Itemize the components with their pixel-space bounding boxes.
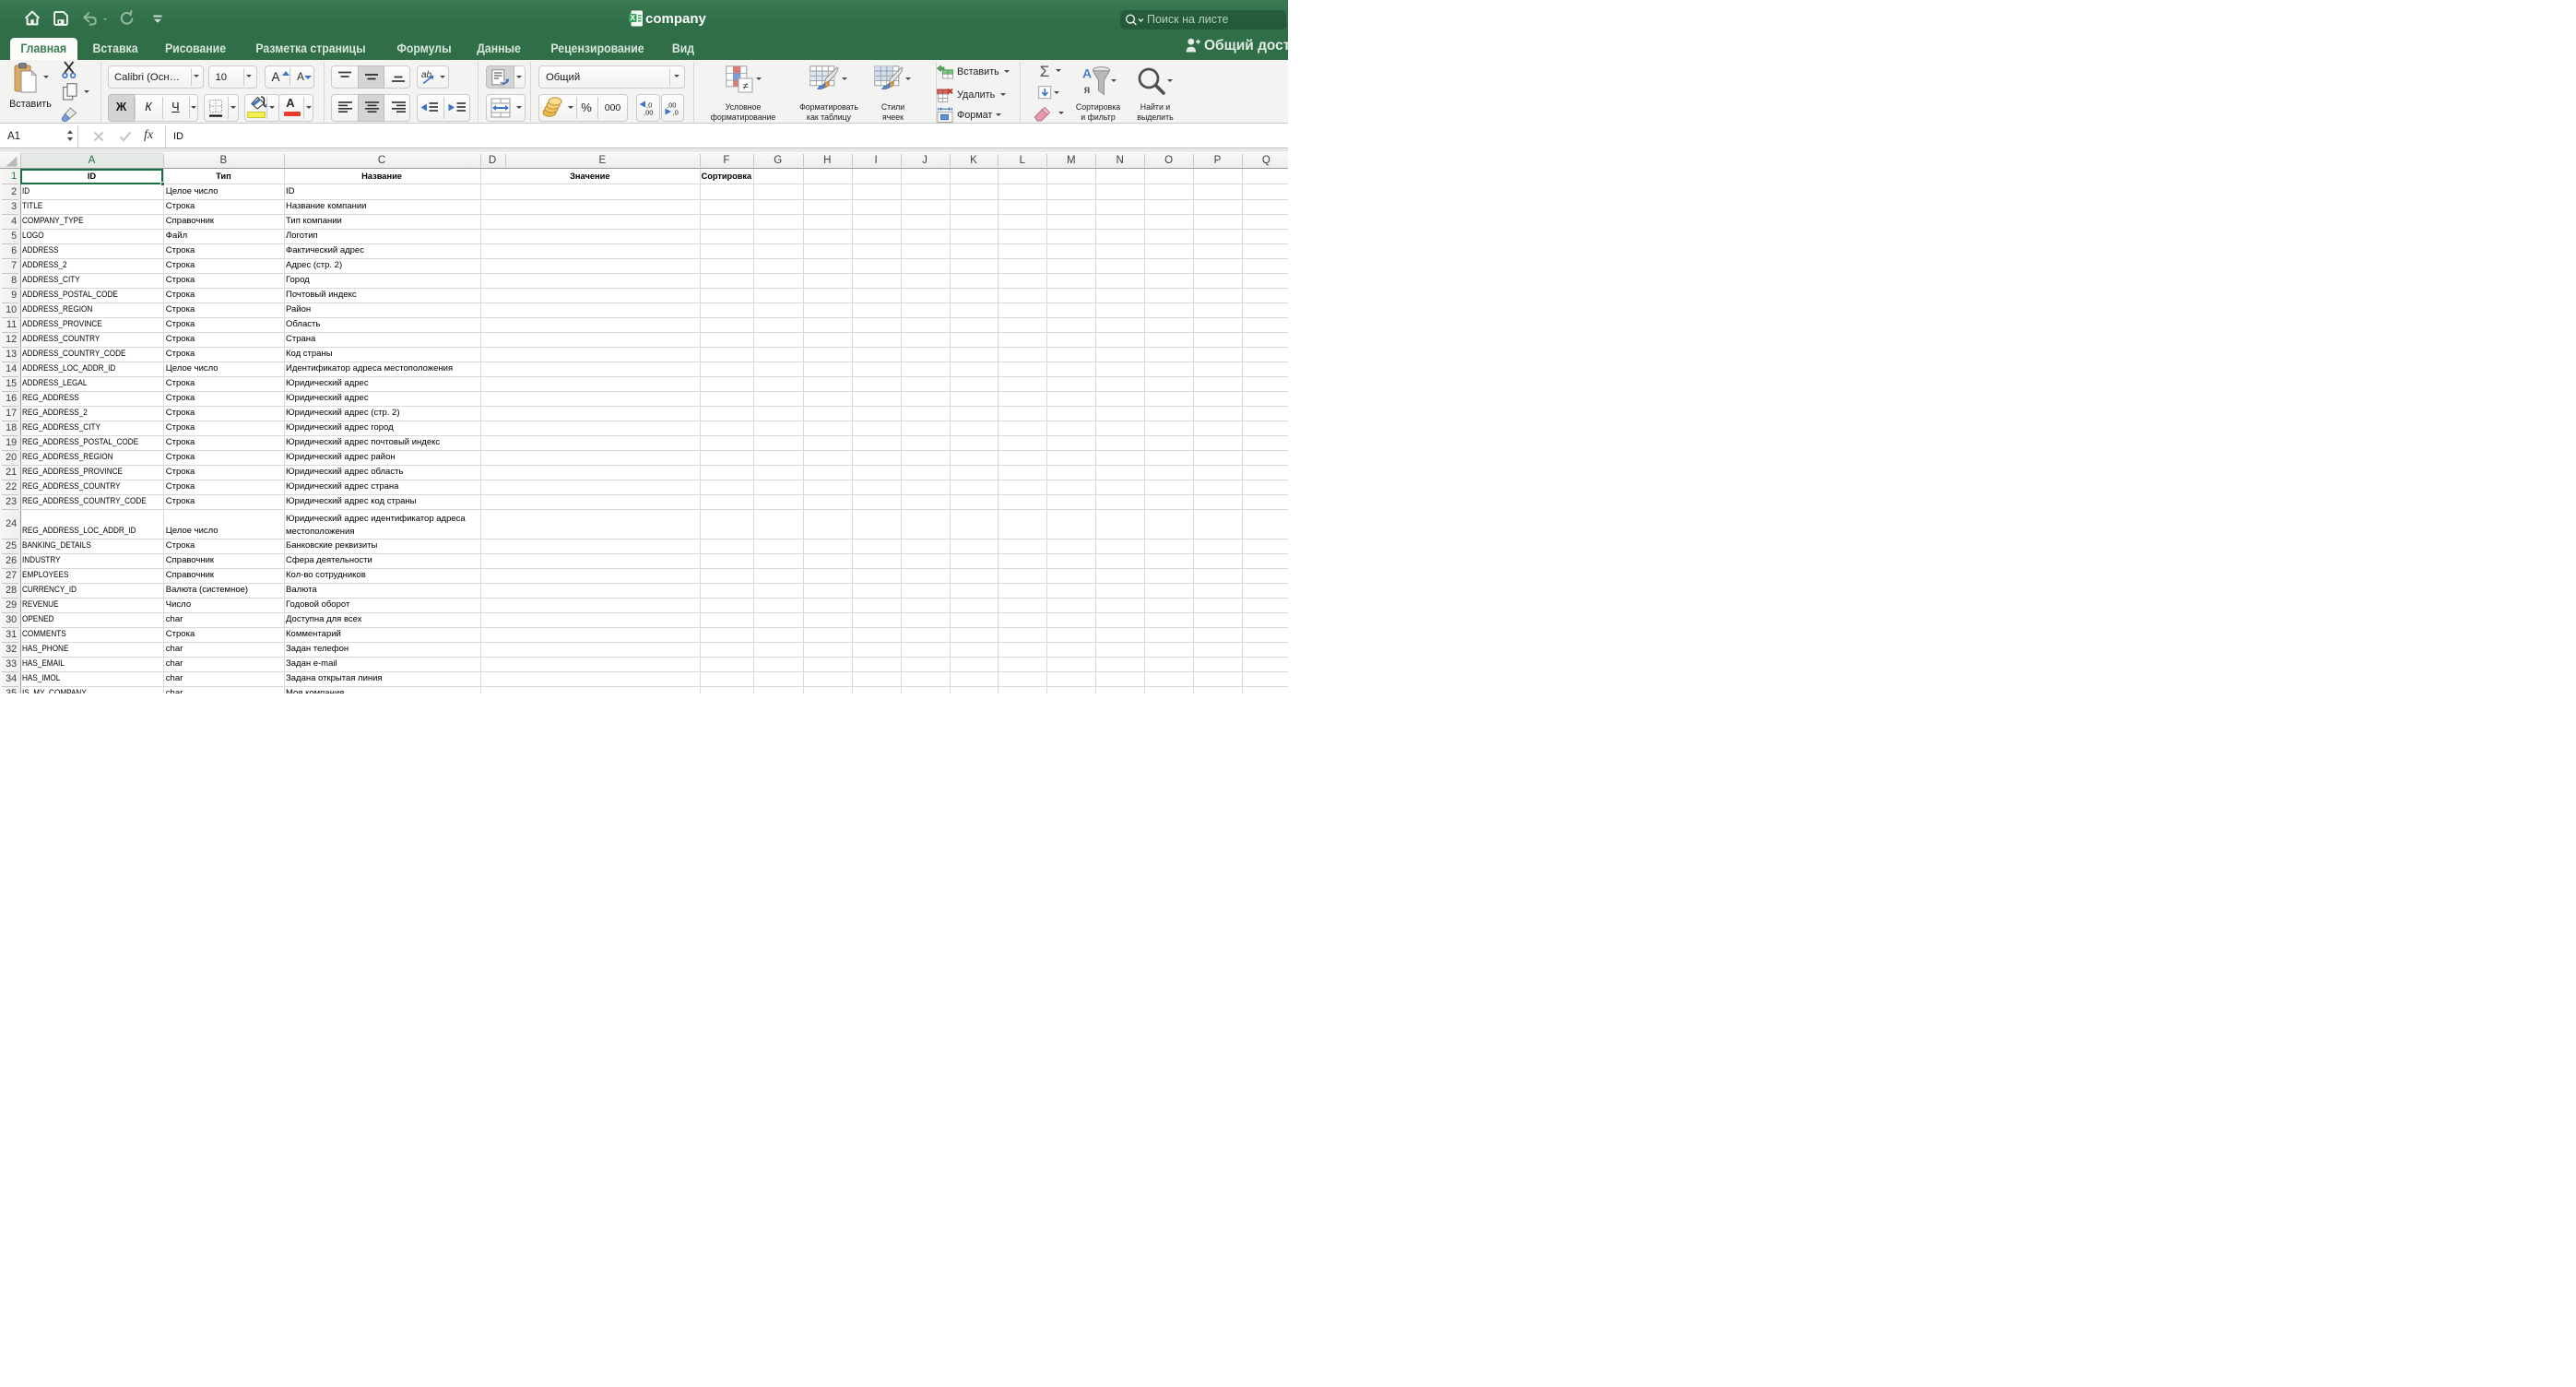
svg-text:я: я: [1084, 85, 1091, 96]
svg-text:,00: ,00: [644, 108, 653, 116]
svg-text:,0: ,0: [672, 108, 678, 116]
svg-text:А: А: [1082, 66, 1092, 81]
svg-text:X: X: [630, 13, 635, 22]
svg-text:≠: ≠: [742, 81, 748, 92]
